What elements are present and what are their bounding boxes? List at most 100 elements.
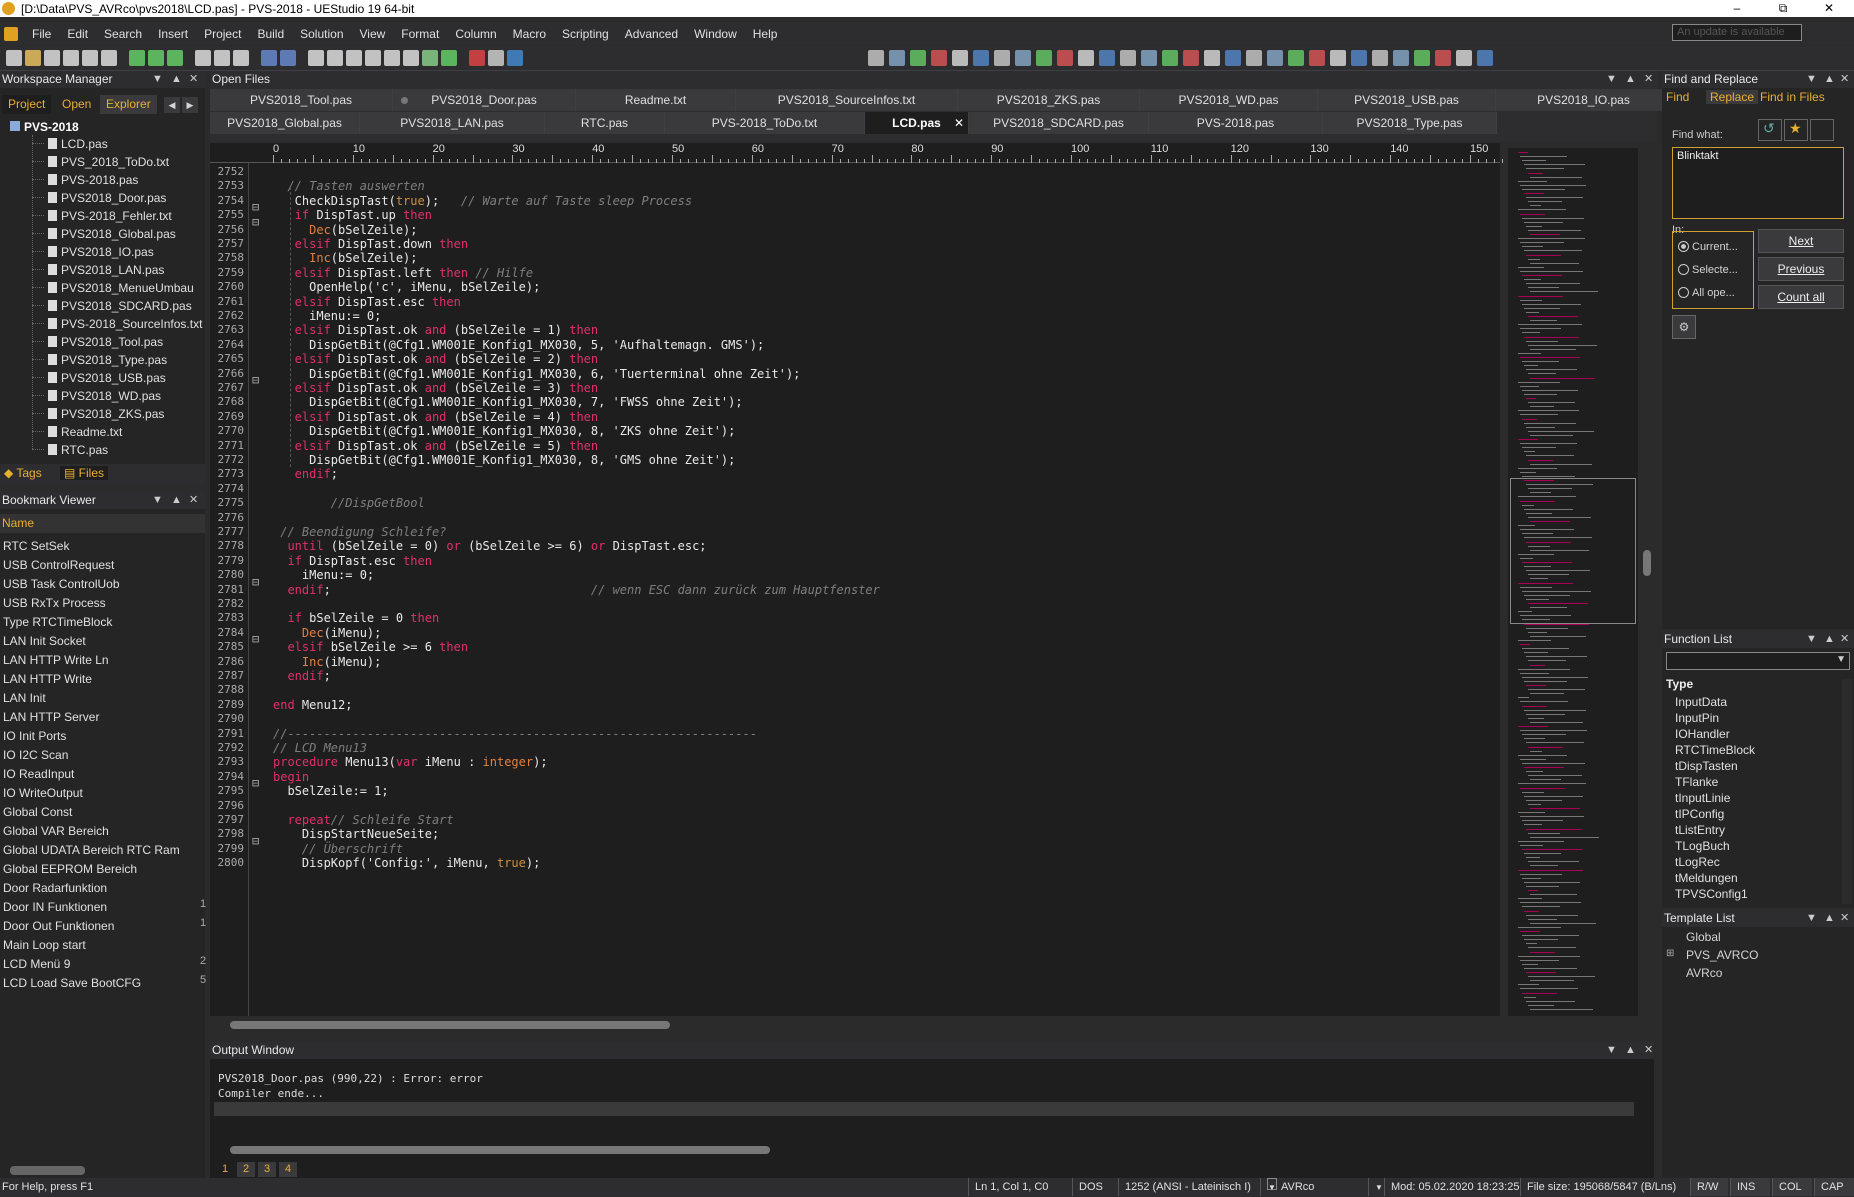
restore-button[interactable]: ⧉ (1760, 0, 1806, 17)
function-item[interactable]: tDispTasten (1675, 758, 1738, 774)
scroll-left-icon[interactable]: ◀ (164, 97, 180, 113)
file-tab[interactable]: Readme.txt (576, 89, 736, 111)
status-highlight-dropdown[interactable]: ▼ (1368, 1178, 1383, 1196)
menu-column[interactable]: Column (447, 23, 504, 45)
menu-advanced[interactable]: Advanced (617, 23, 686, 45)
dropdown-icon[interactable]: ▼ (1806, 71, 1817, 88)
tab-project[interactable]: Project (2, 95, 52, 114)
file-tab[interactable]: PVS-2018.pas (1149, 112, 1323, 134)
find-next-button[interactable]: Next (1758, 229, 1844, 253)
bookmark-item[interactable]: LCD Menü 9 (3, 955, 70, 974)
function-list-scrollbar[interactable] (1842, 679, 1852, 904)
find-previous-button[interactable]: Previous (1758, 257, 1844, 281)
template-item[interactable]: Global (1686, 930, 1721, 944)
menu-scripting[interactable]: Scripting (554, 23, 617, 45)
toolbar-tool-icon[interactable] (1477, 50, 1493, 66)
tab-tags[interactable]: ◆ Tags (4, 466, 42, 480)
scope-current[interactable]: Current... (1678, 241, 1738, 253)
tree-file[interactable]: PVS2018_USB.pas (48, 369, 166, 387)
bookmark-item[interactable]: LAN HTTP Write (3, 670, 92, 689)
compile-icon[interactable] (422, 50, 438, 66)
toolbar-tool-icon[interactable] (1183, 50, 1199, 66)
status-col[interactable]: COL (1772, 1178, 1812, 1196)
menu-edit[interactable]: Edit (59, 23, 96, 45)
scope-selection[interactable]: Selecte... (1678, 264, 1738, 276)
menu-view[interactable]: View (352, 23, 394, 45)
close-icon[interactable] (101, 50, 117, 66)
toolbar-tool-icon[interactable] (1309, 50, 1325, 66)
code-editor[interactable]: 2752 2753 // Tasten auswerten 2754 CheckDi… (210, 163, 1500, 1016)
tab-replace[interactable]: Replace (1706, 90, 1759, 104)
menu-build[interactable]: Build (249, 23, 292, 45)
function-item[interactable]: RTCTimeBlock (1675, 742, 1755, 758)
tree-file[interactable]: PVS2018_LAN.pas (48, 261, 164, 279)
toolbar-tool-icon[interactable] (1078, 50, 1094, 66)
minimize-button[interactable]: – (1714, 0, 1760, 17)
menu-window[interactable]: Window (686, 23, 745, 45)
tab-explorer[interactable]: Explorer (100, 95, 157, 114)
bookmark-item[interactable]: RTC SetSek (3, 537, 69, 556)
fold-icon[interactable]: ⊟ (252, 575, 259, 589)
tree-file[interactable]: PVS-2018_Fehler.txt (48, 207, 172, 225)
function-item[interactable]: tLogRec (1675, 854, 1720, 870)
close-icon[interactable]: ✕ (189, 492, 198, 509)
save-all-icon[interactable] (63, 50, 79, 66)
fold-icon[interactable]: ⊟ (252, 776, 259, 790)
dropdown-icon[interactable]: ▼ (1806, 631, 1817, 648)
status-rw[interactable]: R/W (1690, 1178, 1728, 1196)
toolbar-tool-icon[interactable] (1351, 50, 1367, 66)
status-highlighting[interactable]: ▼ AVRco (1260, 1178, 1370, 1196)
tree-file[interactable]: PVS2018_ZKS.pas (48, 405, 164, 423)
menu-insert[interactable]: Insert (150, 23, 196, 45)
toolbar-tool-icon[interactable] (1225, 50, 1241, 66)
bookmark-item[interactable]: LAN HTTP Server (3, 708, 99, 727)
function-group[interactable]: Type (1666, 677, 1693, 691)
bookmark-item[interactable]: USB Task ControlUob (3, 575, 120, 594)
menu-help[interactable]: Help (745, 23, 786, 45)
tree-file[interactable]: LCD.pas (48, 135, 108, 153)
paste-icon[interactable] (233, 50, 249, 66)
bookmark-item[interactable]: Door Radarfunktion (3, 879, 107, 898)
toolbar-tool-icon[interactable] (868, 50, 884, 66)
bookmark-item[interactable]: IO Init Ports (3, 727, 66, 746)
toolbar-tool-icon[interactable] (1162, 50, 1178, 66)
toolbar-tool-icon[interactable] (1099, 50, 1115, 66)
pin-icon[interactable]: ▲ (1824, 71, 1835, 88)
file-tab[interactable]: PVS2018_WD.pas (1140, 89, 1318, 111)
scroll-right-icon[interactable]: ▶ (182, 97, 198, 113)
bookmark-item[interactable]: LAN Init (3, 689, 46, 708)
function-item[interactable]: InputData (1675, 694, 1727, 710)
toolbar-tool-icon[interactable] (1120, 50, 1136, 66)
status-line-ending[interactable]: DOS (1072, 1178, 1103, 1196)
dropdown-icon[interactable]: ▼ (152, 71, 163, 88)
toolbar-tool-icon[interactable] (1435, 50, 1451, 66)
save-icon[interactable] (44, 50, 60, 66)
file-tab[interactable]: LCD.pas ✕ (865, 112, 969, 134)
function-item[interactable]: tInputLinie (1675, 790, 1730, 806)
tree-file[interactable]: PVS2018_Tool.pas (48, 333, 163, 351)
bookmark-item[interactable]: Door Out Funktionen (3, 917, 114, 936)
bookmark-item[interactable]: LCD Load Save BootCFG (3, 974, 141, 993)
close-icon[interactable]: ✕ (1840, 910, 1849, 927)
bookmark-item[interactable]: Global EEPROM Bereich (3, 860, 137, 879)
menu-macro[interactable]: Macro (505, 23, 554, 45)
file-tab[interactable]: PVS-2018_ToDo.txt (665, 112, 865, 134)
toolbar-tool-icon[interactable] (1456, 50, 1472, 66)
file-tab[interactable]: PVS2018_USB.pas (1318, 89, 1496, 111)
toolbar-tool-icon[interactable] (1288, 50, 1304, 66)
bookmark-item[interactable]: Global VAR Bereich (3, 822, 109, 841)
function-item[interactable]: InputPin (1675, 710, 1719, 726)
status-ins[interactable]: INS (1730, 1178, 1770, 1196)
bookmark-item[interactable]: Door IN Funktionen (3, 898, 107, 917)
fold-icon[interactable]: ⊟ (252, 834, 259, 848)
close-icon[interactable]: ✕ (1644, 1042, 1653, 1059)
favorites-icon[interactable]: ★ (1784, 119, 1808, 141)
function-item[interactable]: tIPConfig (1675, 806, 1724, 822)
tree-file[interactable]: PVS2018_Door.pas (48, 189, 166, 207)
toolbar-tool-icon[interactable] (1141, 50, 1157, 66)
toolbar-tool-icon[interactable] (1246, 50, 1262, 66)
count-all-button[interactable]: Count all (1758, 285, 1844, 309)
close-icon[interactable]: ✕ (1840, 631, 1849, 648)
open-file-icon[interactable] (25, 50, 41, 66)
pin-icon[interactable]: ▲ (171, 71, 182, 88)
